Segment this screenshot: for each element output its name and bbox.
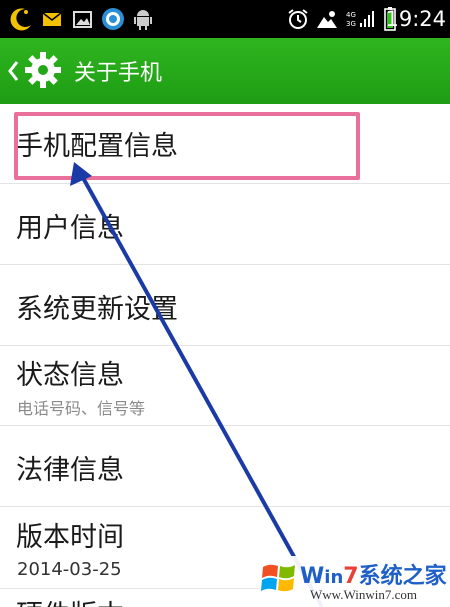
status-time: 19:24 [385, 7, 446, 31]
list-item-title: 用户信息 [16, 213, 124, 244]
list-item-title: 硬件版本 [16, 593, 124, 607]
list-item-legal-info[interactable]: 法律信息 [0, 426, 450, 507]
list-item-title: 状态信息 [16, 360, 124, 391]
alarm-icon [285, 0, 311, 38]
watermark-brand: Win7系统之家 [300, 564, 447, 589]
list-item-title: 版本时间 [16, 522, 124, 553]
network-type-bottom: 3G [346, 20, 356, 28]
signal-icon [358, 0, 376, 38]
windows-logo-icon [260, 559, 298, 597]
list-item-user-info[interactable]: 用户信息 [0, 184, 450, 265]
email-icon [40, 0, 64, 38]
page-title: 关于手机 [74, 61, 163, 86]
status-bar: 4G 3G 19:24 [0, 0, 450, 38]
list-item-status-info[interactable]: 状态信息 电话号码、信号等 [0, 346, 450, 426]
action-bar: 关于手机 [0, 38, 450, 104]
list-item-device-config[interactable]: 手机配置信息 [0, 104, 450, 184]
list-item-subtitle: 电话号码、信号等 [17, 399, 146, 418]
watermark: Win7系统之家 Www.Winwin7.com [258, 556, 450, 607]
headset-app-icon [100, 0, 126, 38]
chevron-left-icon[interactable] [6, 56, 20, 86]
list-item-title: 法律信息 [16, 455, 124, 486]
moon-icon [8, 0, 34, 38]
watermark-url: Www.Winwin7.com [310, 587, 417, 602]
network-type-top: 4G [346, 11, 356, 19]
list-item-title: 系统更新设置 [16, 294, 178, 325]
list-item-system-update[interactable]: 系统更新设置 [0, 265, 450, 346]
list-item-title: 手机配置信息 [16, 131, 178, 162]
list-item-subtitle: 2014-03-25 [17, 559, 122, 580]
android-icon [131, 0, 155, 38]
image-icon [70, 0, 94, 38]
gear-icon [23, 50, 63, 90]
weather-icon [315, 0, 339, 38]
